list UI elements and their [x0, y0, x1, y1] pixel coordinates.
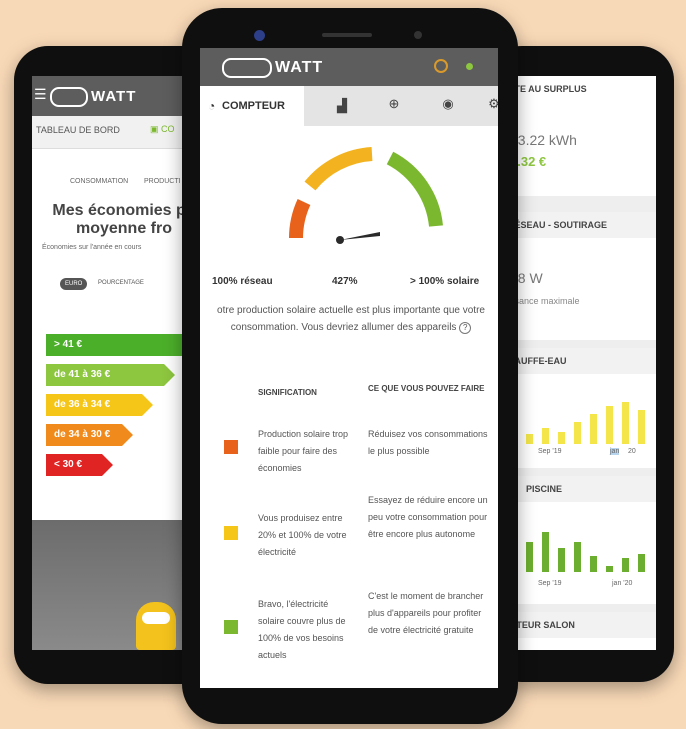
- piscine-axis-label: jan '20: [612, 580, 633, 587]
- chauffe-eau-axis-label: 20: [628, 448, 636, 455]
- chauffe-eau-bar: [542, 428, 549, 444]
- app-logo: WATT: [222, 58, 323, 78]
- settings-icon[interactable]: ⚙: [480, 96, 498, 112]
- piscine-bar: [638, 554, 645, 572]
- subtab-production[interactable]: PRODUCTI: [144, 178, 181, 185]
- gauge-label-solaire: > 100% solaire: [410, 276, 480, 287]
- chauffe-eau-bar: [526, 434, 533, 444]
- gauge: [289, 147, 443, 244]
- gauge-icon: ◔: [208, 99, 216, 113]
- tier-2: de 41 à 36 €: [46, 364, 175, 386]
- tier-4-label: de 34 à 30 €: [54, 429, 111, 440]
- piscine-bar: [606, 566, 613, 572]
- advice-message: otre production solaire actuelle est plu…: [204, 302, 498, 336]
- right-phone-screen: NTE AU SURPLUS 73.22 kWh 7.32 € RÉSEAU -…: [504, 76, 656, 650]
- app-header: WATT: [200, 48, 498, 86]
- chauffe-eau-bar: [558, 432, 565, 444]
- gauge-needle: [340, 232, 380, 240]
- gauge-segment-red: [289, 199, 311, 239]
- mascot-illustration: [136, 602, 176, 650]
- soutirage-caption: ssance maximale: [510, 296, 580, 306]
- chauffe-eau-axis-label: Sep '19: [538, 448, 562, 455]
- row2-action: Essayez de réduire encore un peu votre c…: [368, 495, 488, 539]
- card-chauffe-eau-title: HAUFFE-EAU: [504, 348, 656, 374]
- tab-tableau-de-bord[interactable]: TABLEAU DE BORD: [36, 125, 120, 135]
- chart-icon[interactable]: ▟: [328, 98, 356, 114]
- speaker-grille: [322, 33, 372, 37]
- legend-swatch-orange: [224, 440, 238, 454]
- row2-signification: Vous produisez entre 20% et 100% de votr…: [258, 513, 347, 557]
- gauge-needle-hub: [336, 236, 344, 244]
- tab-consommation-label: CO: [161, 124, 175, 134]
- camera-icon: [254, 30, 265, 41]
- globe-icon[interactable]: ⊕: [380, 96, 408, 112]
- sensor-icon: [414, 31, 422, 39]
- subtab-consommation[interactable]: CONSOMMATION: [70, 178, 128, 185]
- tab-compteur[interactable]: ◔ COMPTEUR: [200, 86, 304, 126]
- chauffe-eau-axis-label: jan: [610, 448, 620, 455]
- card-salon: IATEUR SALON: [504, 604, 656, 650]
- card-piscine: PISCINE Sep '19 jan '20: [504, 468, 656, 604]
- unit-toggle[interactable]: EURO POURCENTAGE: [60, 278, 160, 292]
- col-action: CE QUE VOUS POUVEZ FAIRE: [368, 384, 485, 393]
- chauffe-eau-bar: [606, 406, 613, 444]
- gauge-segment-orange: [304, 147, 373, 191]
- tier-5-label: < 30 €: [54, 459, 83, 470]
- piscine-chart: [510, 516, 650, 572]
- piscine-bar: [622, 558, 629, 572]
- advice-text: otre production solaire actuelle est plu…: [217, 305, 485, 333]
- piscine-bar: [542, 532, 549, 572]
- toggle-pourcentage[interactable]: POURCENTAGE: [98, 280, 144, 286]
- legend-swatch-yellow: [224, 526, 238, 540]
- row3-action: C'est le moment de brancher plus d'appar…: [368, 591, 484, 635]
- chauffe-eau-bar: [574, 422, 581, 444]
- center-phone: WATT ◔ COMPTEUR ▟ ⊕ ◉ ⚙ 100% réseau 427%…: [182, 8, 518, 724]
- chauffe-eau-chart: [510, 388, 650, 444]
- legend-swatch-green: [224, 620, 238, 634]
- piscine-bar: [590, 556, 597, 572]
- tier-4: de 34 à 30 €: [46, 424, 133, 446]
- tier-5: < 30 €: [46, 454, 113, 476]
- row3-signification: Bravo, l'électricité solaire couvre plus…: [258, 599, 346, 660]
- surplus-kwh: 73.22 kWh: [510, 132, 577, 148]
- row1-signification: Production solaire trop faible pour fair…: [258, 429, 349, 473]
- piscine-bar: [558, 548, 565, 572]
- card-soutirage: RÉSEAU - SOUTIRAGE 38 W ssance maximale: [504, 204, 656, 340]
- tier-3-label: de 36 à 34 €: [54, 399, 111, 410]
- toggle-euro[interactable]: EURO: [60, 278, 88, 290]
- chauffe-eau-bar: [638, 410, 645, 444]
- piscine-axis-label: Sep '19: [538, 580, 562, 587]
- card-salon-title: IATEUR SALON: [504, 612, 656, 638]
- status-dot-icon: [466, 63, 473, 70]
- help-icon[interactable]: ?: [459, 322, 472, 334]
- user-icon[interactable]: [434, 59, 448, 73]
- mascot-face: [142, 612, 170, 624]
- row1-action: Réduisez vos consommations le plus possi…: [368, 429, 488, 456]
- piscine-bar: [574, 542, 581, 572]
- gauge-label-value: 427%: [332, 276, 358, 287]
- page-subtitle: Économies sur l'année en cours: [42, 244, 142, 251]
- tier-2-label: de 41 à 36 €: [54, 369, 111, 380]
- card-chauffe-eau: HAUFFE-EAU Sep '19 jan 20: [504, 340, 656, 468]
- app-logo: WATT: [50, 87, 136, 107]
- main-tabs: ◔ COMPTEUR ▟ ⊕ ◉ ⚙: [200, 86, 498, 126]
- center-phone-screen: WATT ◔ COMPTEUR ▟ ⊕ ◉ ⚙ 100% réseau 427%…: [200, 48, 498, 688]
- gauge-segment-green: [386, 151, 443, 227]
- target-icon[interactable]: ◉: [434, 96, 462, 112]
- tier-3: de 36 à 34 €: [46, 394, 153, 416]
- piscine-bar: [526, 542, 533, 572]
- chauffe-eau-bar: [590, 414, 597, 444]
- col-signification: SIGNIFICATION: [258, 388, 317, 397]
- card-piscine-title: PISCINE: [504, 476, 656, 502]
- tab-consommation[interactable]: ▣ CO: [150, 124, 175, 135]
- tab-compteur-label: COMPTEUR: [222, 100, 285, 112]
- gauge-label-reseau: 100% réseau: [212, 276, 273, 287]
- tier-1-label: > 41 €: [54, 339, 83, 350]
- menu-icon[interactable]: ☰: [34, 86, 47, 103]
- card-surplus: NTE AU SURPLUS 73.22 kWh 7.32 €: [504, 76, 656, 196]
- card-surplus-title: NTE AU SURPLUS: [504, 76, 656, 102]
- card-soutirage-title: RÉSEAU - SOUTIRAGE: [504, 212, 656, 238]
- chauffe-eau-bar: [622, 402, 629, 444]
